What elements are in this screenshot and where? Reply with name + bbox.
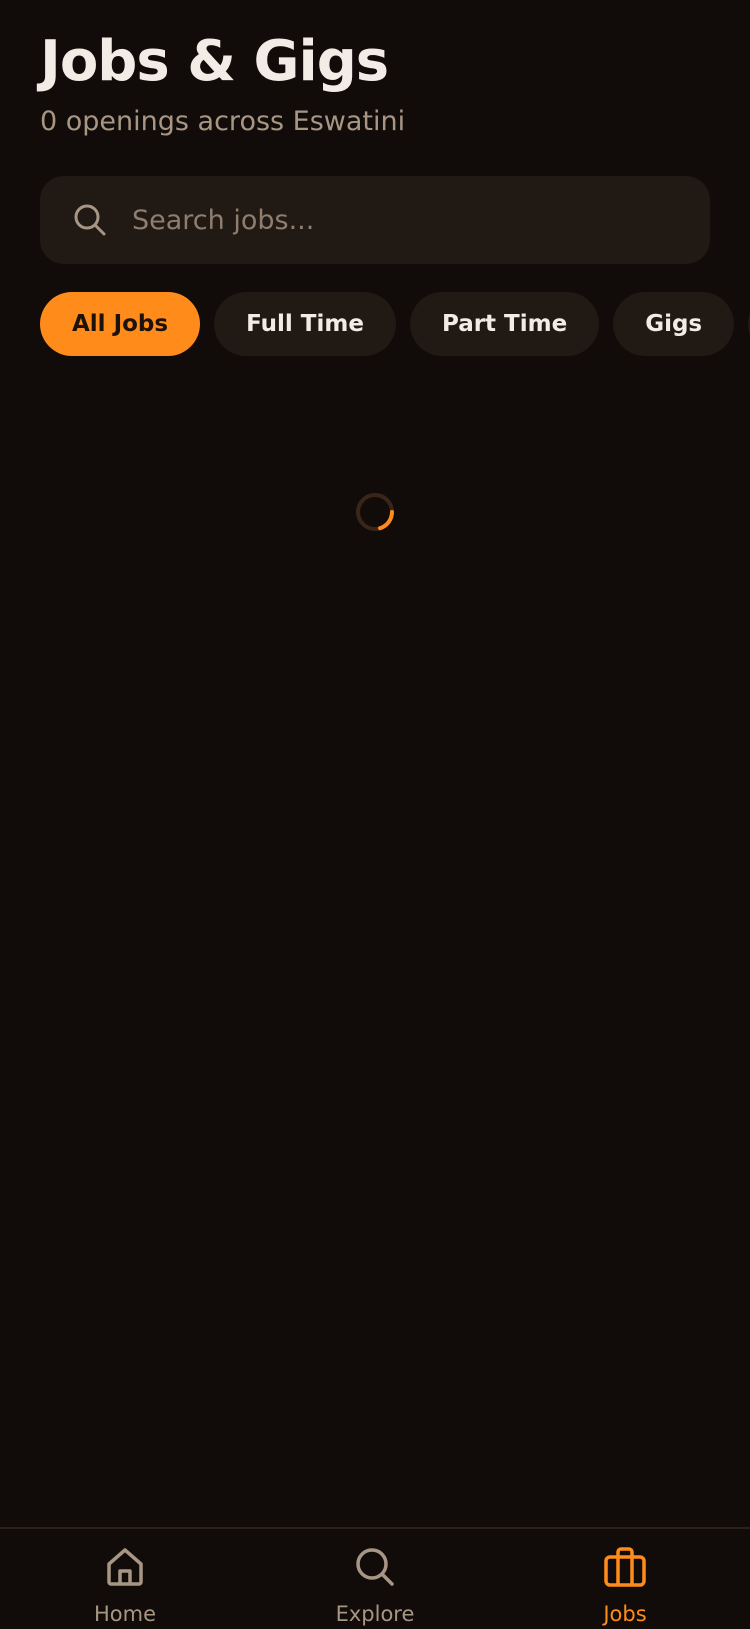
home-icon <box>107 1548 143 1586</box>
briefcase-icon <box>604 1547 646 1587</box>
nav-label-jobs: Jobs <box>603 1602 647 1626</box>
openings-count: 0 openings across Eswatini <box>40 106 406 137</box>
filter-chip-all-jobs[interactable]: All Jobs <box>40 292 201 356</box>
nav-label-home: Home <box>93 1602 156 1626</box>
nav-item-home[interactable]: Home <box>0 1529 250 1626</box>
search-icon <box>356 1548 394 1586</box>
job-type-filters: All Jobs Full Time Part Time Gigs <box>40 292 750 356</box>
search-bar[interactable] <box>40 176 710 264</box>
nav-label-explore: Explore <box>335 1602 415 1626</box>
nav-item-explore[interactable]: Explore <box>250 1529 500 1626</box>
filter-chip-part-time[interactable]: Part Time <box>409 292 600 356</box>
search-input[interactable] <box>132 176 692 264</box>
loading-spinner-icon <box>356 493 394 531</box>
filter-chip-full-time[interactable]: Full Time <box>214 292 396 356</box>
page-header: Jobs & Gigs 0 openings across Eswatini <box>40 22 710 142</box>
page-title: Jobs & Gigs <box>40 29 389 94</box>
filter-chip-gigs[interactable]: Gigs <box>613 292 735 356</box>
bottom-nav: Home Explore Jobs <box>0 1527 750 1626</box>
nav-item-jobs[interactable]: Jobs <box>500 1529 750 1626</box>
search-icon <box>74 204 106 236</box>
